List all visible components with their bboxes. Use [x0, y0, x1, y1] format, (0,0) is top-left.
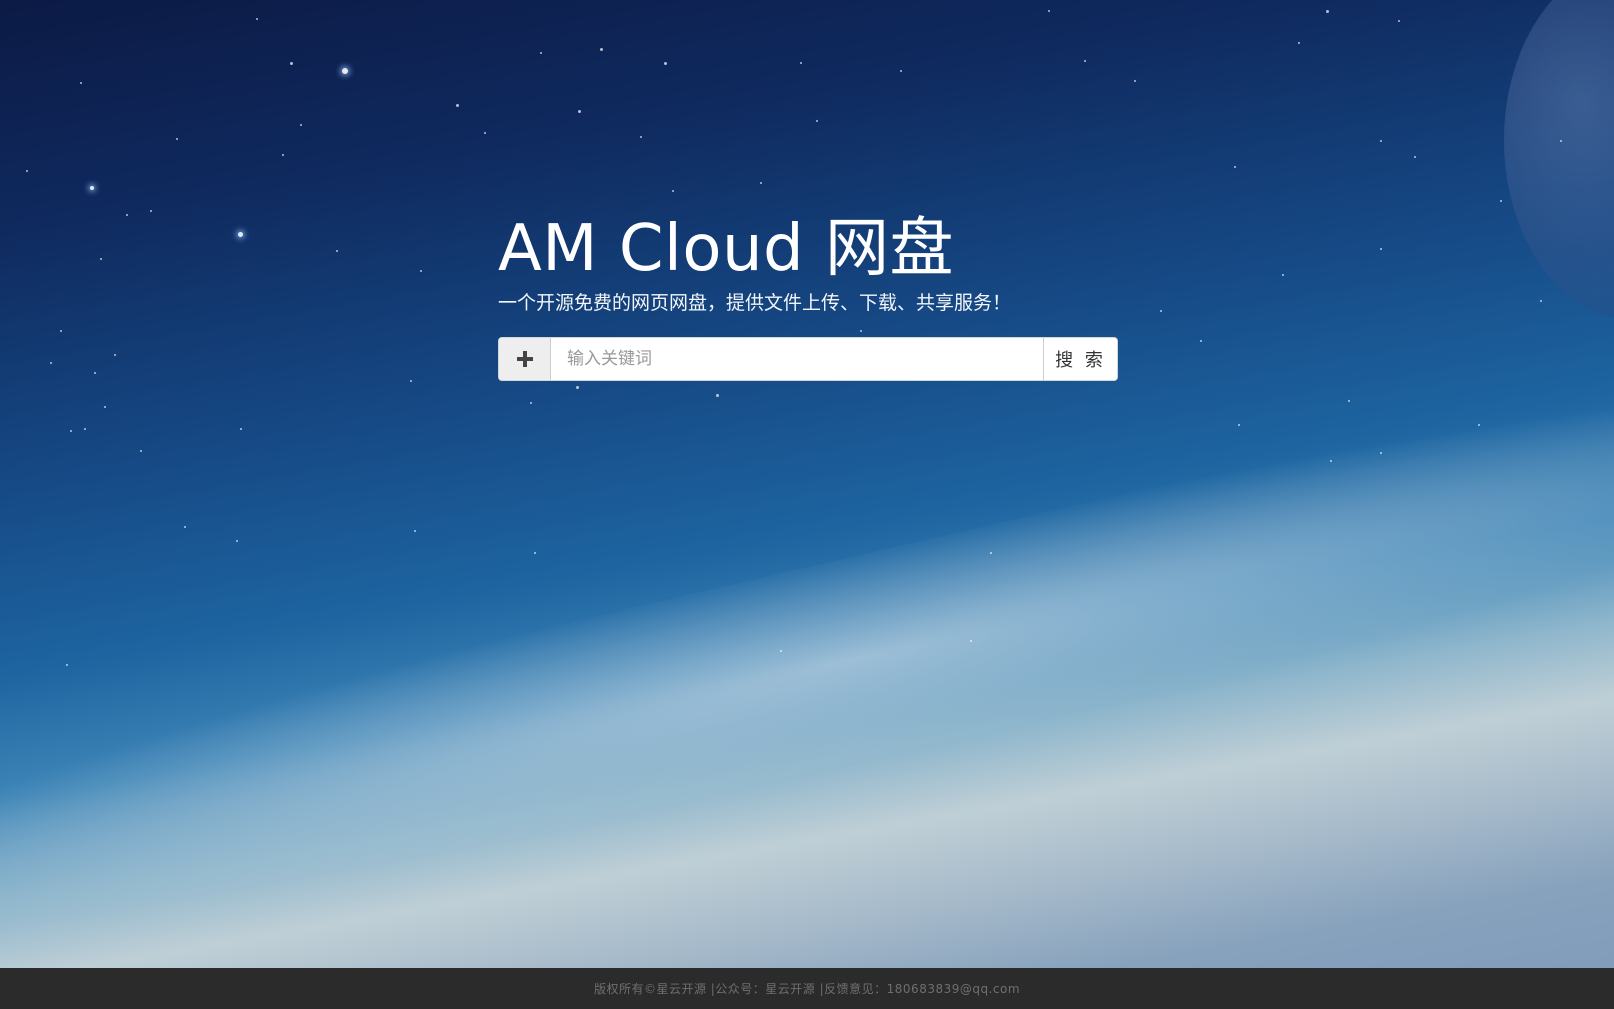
- star: [540, 52, 542, 54]
- star: [414, 530, 416, 532]
- starfield: [0, 0, 1614, 1009]
- star: [66, 664, 68, 666]
- star: [1380, 248, 1382, 250]
- star: [184, 526, 186, 528]
- star: [1414, 156, 1416, 158]
- star: [94, 372, 96, 374]
- search-bar: 搜 索: [498, 337, 1118, 381]
- page-subtitle: 一个开源免费的网页网盘，提供文件上传、下载、共享服务！: [498, 292, 1012, 314]
- star: [1326, 10, 1329, 13]
- star: [900, 70, 902, 72]
- star: [420, 270, 422, 272]
- star: [114, 354, 116, 356]
- star: [860, 330, 862, 332]
- star: [600, 48, 603, 51]
- star: [1348, 400, 1350, 402]
- hero: AM Cloud 网盘 一个开源免费的网页网盘，提供文件上传、下载、共享服务！: [498, 208, 1118, 318]
- star: [50, 362, 52, 364]
- plus-icon: [516, 351, 533, 367]
- star: [760, 182, 762, 184]
- star: [640, 136, 642, 138]
- star: [970, 640, 972, 642]
- star: [70, 430, 72, 432]
- star: [236, 540, 238, 542]
- star: [1330, 460, 1332, 462]
- star: [176, 138, 178, 140]
- star: [238, 232, 243, 237]
- add-button[interactable]: [499, 338, 551, 380]
- star: [800, 62, 802, 64]
- footer-copyright: 版权所有©星云开源 |公众号：星云开源 |反馈意见：180683839@qq.c…: [593, 982, 1021, 996]
- star: [256, 18, 258, 20]
- search-button[interactable]: 搜 索: [1043, 338, 1117, 380]
- star: [26, 170, 28, 172]
- star: [664, 62, 667, 65]
- star: [84, 428, 86, 430]
- star: [1540, 300, 1542, 302]
- star: [410, 380, 412, 382]
- star: [290, 62, 293, 65]
- page-title: AM Cloud 网盘: [498, 212, 954, 286]
- star: [530, 402, 532, 404]
- star: [1500, 200, 1502, 202]
- star: [672, 190, 674, 192]
- star: [1160, 310, 1162, 312]
- star: [1380, 140, 1382, 142]
- footer: 版权所有©星云开源 |公众号：星云开源 |反馈意见：180683839@qq.c…: [0, 968, 1614, 1009]
- star: [140, 450, 142, 452]
- star: [80, 82, 82, 84]
- star: [1238, 424, 1240, 426]
- star: [282, 154, 284, 156]
- star: [104, 406, 106, 408]
- star: [1282, 274, 1284, 276]
- star: [780, 650, 782, 652]
- star: [342, 68, 348, 74]
- star: [1234, 166, 1236, 168]
- page-background: AM Cloud 网盘 一个开源免费的网页网盘，提供文件上传、下载、共享服务！ …: [0, 0, 1614, 1009]
- star: [1134, 80, 1136, 82]
- star: [90, 186, 94, 190]
- star: [1084, 60, 1086, 62]
- star: [990, 552, 992, 554]
- star: [126, 214, 128, 216]
- star: [576, 386, 579, 389]
- star: [1398, 20, 1400, 22]
- star: [1560, 140, 1562, 142]
- star: [456, 104, 459, 107]
- star: [578, 110, 581, 113]
- star: [534, 552, 536, 554]
- star: [150, 210, 152, 212]
- star: [60, 330, 62, 332]
- star: [816, 120, 818, 122]
- star: [1298, 42, 1300, 44]
- star: [1048, 10, 1050, 12]
- star: [1380, 452, 1382, 454]
- star: [1200, 340, 1202, 342]
- star: [300, 124, 302, 126]
- search-input[interactable]: [551, 338, 1043, 380]
- star: [484, 132, 486, 134]
- star: [716, 394, 719, 397]
- star: [336, 250, 338, 252]
- star: [240, 428, 242, 430]
- star: [100, 258, 102, 260]
- star: [1478, 424, 1480, 426]
